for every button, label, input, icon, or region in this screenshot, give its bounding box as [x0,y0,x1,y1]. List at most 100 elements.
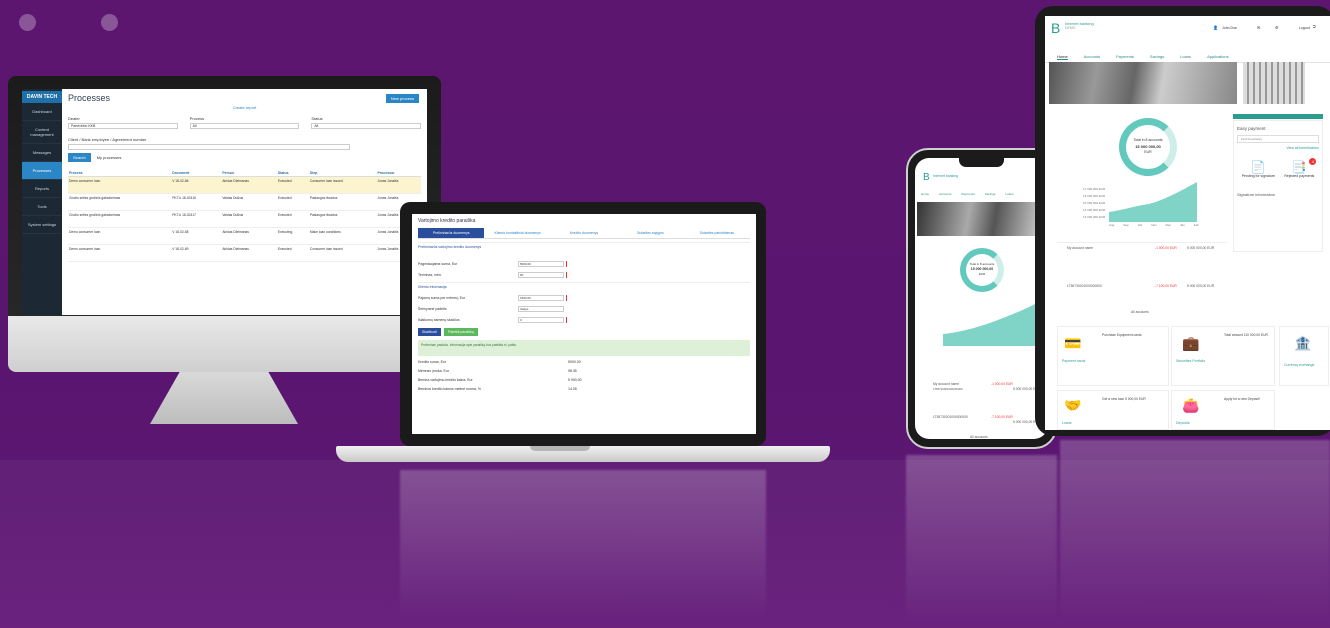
nav-loans[interactable]: Loans [1180,54,1191,60]
briefcase-icon: 💼 [1182,335,1200,351]
tab-credit[interactable]: Kredito duomenys [551,228,617,238]
marital-radio[interactable]: Vedęs [518,305,564,312]
nav-home[interactable]: Home [1057,54,1068,60]
user-name[interactable]: John Doe [1222,26,1237,30]
nav-payments[interactable]: Payments [961,192,974,196]
table-row[interactable]: Grožio srities grožinis gabalonimas PKT-k… [68,193,421,211]
x-tick: Sep [1123,223,1129,227]
rejected-payments-tile[interactable]: 📑 4 Rejected payments [1284,158,1317,178]
brand-logo-icon: B [1051,20,1061,36]
new-process-button[interactable]: New process [385,94,419,103]
sidebar-item-processes[interactable]: Processes [22,162,62,180]
tab-conditions[interactable]: Sutarties sąlygos [617,228,683,238]
required-marker [566,294,567,301]
table-row[interactable]: Demo consumer loan V 18-02-69 Airidas Diel… [68,244,421,262]
search-button[interactable]: Search [68,153,91,162]
nav-applications[interactable]: Applications [1207,54,1229,60]
mail-icon[interactable]: ✉ [1257,25,1260,30]
deposits-tile[interactable]: 👛 Deposits Apply for a new Deposit! [1171,390,1275,430]
cell: PKT-k 18-02417 [171,210,222,228]
hero-banner [917,202,1046,236]
account-name[interactable]: My account name [933,382,959,386]
x-tick: Aug [1109,223,1115,227]
tab-preliminary[interactable]: Preliminarūs duomenys [418,228,485,238]
balance-area [1109,182,1197,222]
field-label: Pageidaujama suma, Eur [418,261,458,266]
account-change: -1 000,00 EUR [991,382,1013,386]
process-select[interactable]: All [189,123,300,129]
cell: Jonas Jonaitis [376,176,421,194]
beneficiary-input[interactable]: Find beneficiary [1237,135,1319,143]
term-input[interactable]: 60 [518,271,564,278]
y-tick: 13 000 000 EUR [1083,215,1106,219]
user-icon[interactable]: 👤 [1213,25,1218,30]
account-change: -7 100,00 EUR [1155,284,1177,288]
search-input[interactable] [68,144,351,150]
sidebar-item-messages[interactable]: Messages [22,144,62,162]
loans-tile[interactable]: 🤝 Loans Get a new loan 5 000,00 EUR [1057,390,1169,430]
gear-icon[interactable]: ⚙ [1275,25,1279,30]
panel-accent-bar [1233,114,1323,119]
monitor-screen: DAVIN TECH Dashboard Content management … [22,89,427,315]
sidebar-item-content[interactable]: Content management [22,121,62,144]
pending-signature-tile[interactable]: 📄 Pending for signature [1242,160,1275,178]
payment-cards-tile[interactable]: 💳 Payment cards Purchase Equipment cards [1057,326,1169,386]
nav-savings[interactable]: Savings [985,192,996,196]
account-name[interactable]: LT55730001000000000 [933,415,968,419]
wallet-icon: 👛 [1182,397,1200,413]
amount-input[interactable]: 5000.00 [518,260,564,267]
sidebar-item-tools[interactable]: Tools [22,198,62,216]
calculate-button[interactable]: Skaičiuoti [418,328,441,336]
nav-savings[interactable]: Savings [1150,54,1164,60]
securities-tile[interactable]: 💼 Securities Portfolio Total amount 110 … [1171,326,1275,386]
x-tick: Oct [1137,223,1143,227]
nav-accounts[interactable]: Accounts [939,192,951,196]
my-processes-checkbox[interactable]: My processes [97,155,122,160]
cell: Airidas Dielmanas [221,227,277,245]
table-row[interactable]: Demo consumer loan V 18-02-66 Airidas Diel… [68,176,421,194]
tablet: B Internet banking DEMO 👤 John Doe ✉ ⚙ L… [1035,6,1330,436]
submit-button[interactable]: Pateikti paraišką [443,328,478,336]
tab-confirmation[interactable]: Sutarties patvirtinimas [684,228,750,238]
account-change: -1 000,00 EUR [1155,246,1177,250]
all-accounts-link[interactable]: All accounts [970,435,988,439]
logout-link[interactable]: Logout [1299,26,1310,30]
all-beneficiaries-link[interactable]: View all beneficiaries [1237,146,1319,150]
field-label: Šeimyninė padėtis [418,306,447,311]
nav-accounts[interactable]: Accounts [1084,54,1100,60]
account-name[interactable]: LT55730001000000000 [1067,284,1102,288]
tile-caption: Deposits [1176,421,1190,425]
sidebar-item-reports[interactable]: Reports [22,180,62,198]
tab-contacts[interactable]: Kliento kontaktiniai duomenys [484,228,550,238]
hero-banner [1049,62,1237,104]
tile-caption: Securities Portfolio [1176,359,1206,363]
tile-text: Total amount 110 000,00 EUR [1224,333,1268,337]
easy-payment-title: Easy payment [1237,126,1266,131]
nav-loans[interactable]: Loans [1005,192,1013,196]
required-marker [566,260,567,267]
laptop-reflection [400,470,766,620]
create-report-tab[interactable]: Create report [68,105,421,110]
filter-label: Dealer [68,116,80,121]
tablet-reflection [1060,440,1330,625]
table-row[interactable]: Grožio srities grožinis gabalonimas PKT-k… [68,210,421,228]
cell: Airidas Dielmanas [221,176,277,194]
all-accounts-link[interactable]: All accounts [1131,310,1149,314]
status-select[interactable]: All [311,123,422,129]
table-row[interactable]: Demo consumer loan V 18-02-68 Airidas Diel… [68,227,421,245]
sidebar-item-settings[interactable]: System settings [22,216,62,234]
cell: Paslaugos išvados [308,193,377,211]
total-currency: EUR [978,272,986,276]
account-name[interactable]: My account name [1067,246,1093,250]
income-input[interactable]: 1500.00 [518,294,564,301]
nav-payments[interactable]: Payments [1116,54,1134,60]
logout-icon[interactable]: ➲ [1312,24,1316,30]
required-marker [566,271,567,278]
pending-label: Pending for signature [1241,174,1275,178]
dealer-select[interactable]: Panevėžio KKB [68,123,178,129]
nav-home[interactable]: Home [921,192,929,196]
currency-exchange-tile[interactable]: 🏦 Currency exchange [1279,326,1329,386]
field-label: Pajamų suma per mėnesį, Eur [418,295,466,300]
sidebar-item-dashboard[interactable]: Dashboard [22,103,62,121]
dependents-input[interactable]: 0 [518,316,564,323]
